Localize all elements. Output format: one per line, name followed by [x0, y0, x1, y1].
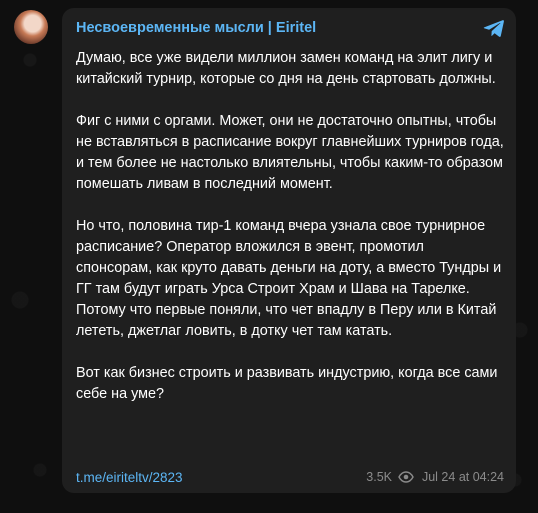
eye-icon: [392, 471, 422, 483]
message-bubble: Несвоевременные мысли | Eiritel Думаю, в…: [62, 8, 516, 493]
message-paragraph: Фиг с ними с оргами. Может, они не доста…: [76, 113, 504, 192]
message-paragraph: Но что, половина тир-1 команд вчера узна…: [76, 218, 502, 339]
telegram-plane-icon[interactable]: [482, 16, 504, 40]
message-header: Несвоевременные мысли | Eiritel: [76, 17, 504, 39]
view-count: 3.5K: [366, 470, 392, 484]
message-timestamp: Jul 24 at 04:24: [421, 470, 504, 484]
message-footer: t.me/eiriteltv/2823 3.5K Jul 24 at 04:24: [76, 468, 504, 486]
message-paragraph: Вот как бизнес строить и развивать индус…: [76, 365, 498, 402]
channel-avatar[interactable]: [14, 10, 48, 44]
channel-name[interactable]: Несвоевременные мысли | Eiritel: [76, 20, 316, 36]
message-paragraph: Думаю, все уже видели миллион замен кома…: [76, 50, 496, 87]
message-meta: 3.5K Jul 24 at 04:24: [366, 470, 504, 484]
post-link[interactable]: t.me/eiriteltv/2823: [76, 470, 183, 485]
message-text: Думаю, все уже видели миллион замен кома…: [76, 48, 504, 405]
